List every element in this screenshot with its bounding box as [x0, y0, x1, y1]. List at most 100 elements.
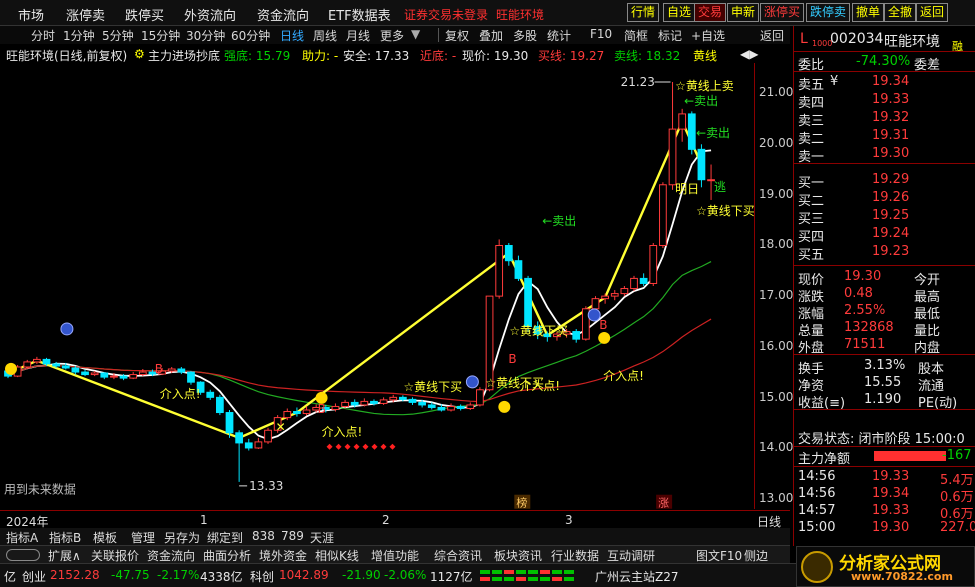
tab-fund-flow[interactable]: 资金流向: [147, 547, 195, 564]
tf-intraday[interactable]: 分时: [31, 27, 55, 44]
tab-expand[interactable]: 扩展∧: [48, 547, 81, 564]
candle-body: [331, 405, 340, 410]
indicator-arrows-icon[interactable]: ◀▶: [740, 47, 758, 61]
menu-market[interactable]: 市场: [18, 5, 44, 24]
tab-related-quote[interactable]: 关联报价: [91, 547, 139, 564]
tf-daily[interactable]: 日线: [280, 27, 304, 44]
tick-volume: 227.0: [940, 520, 975, 535]
tf-weekly[interactable]: 周线: [313, 27, 337, 44]
candle-body: [514, 260, 523, 279]
tool-f10[interactable]: F10: [590, 27, 612, 41]
tab-research[interactable]: 互动调研: [607, 547, 655, 564]
tab-838[interactable]: 838: [252, 529, 275, 543]
tick-price: 19.33: [872, 469, 910, 484]
tick-row: 14:56 19.33 5.4万: [794, 468, 975, 488]
tab-sector-news[interactable]: 板块资讯: [494, 547, 542, 564]
tab-sidebar[interactable]: 侧边: [744, 547, 768, 564]
sad-face-icon: [60, 322, 74, 336]
indicator-name[interactable]: 主力进场抄底: [148, 47, 220, 64]
tab-foreign-capital[interactable]: 境外资金: [259, 547, 307, 564]
candle-body: [630, 277, 638, 290]
quick-limit-down-sell-button[interactable]: 跌停卖: [806, 3, 851, 22]
tab-bind-to[interactable]: 绑定到: [207, 529, 243, 546]
ratio-value: -74.30%: [856, 54, 911, 69]
tool-statistics[interactable]: 统计: [547, 27, 571, 44]
price-tick-label: 17.00: [759, 288, 794, 303]
indicator-gear-icon[interactable]: ⚙: [134, 47, 145, 61]
tf-1min[interactable]: 1分钟: [63, 27, 95, 44]
tab-template[interactable]: 模板: [93, 529, 117, 546]
tf-monthly[interactable]: 月线: [346, 27, 370, 44]
tab-manage[interactable]: 管理: [131, 529, 155, 546]
quick-new-button[interactable]: 申新: [727, 3, 760, 22]
menu-limit-down-buy[interactable]: 跌停买: [125, 5, 164, 24]
tf-60min[interactable]: 60分钟: [231, 27, 270, 44]
toggle-switch[interactable]: [6, 549, 40, 561]
status-cy-label[interactable]: 创业: [22, 568, 46, 585]
tomorrow-label: 明日: [675, 182, 699, 196]
tool-overlay[interactable]: 叠加: [479, 27, 503, 44]
yellow-trend-line: [7, 118, 703, 440]
tab-save-as[interactable]: 另存为: [164, 529, 200, 546]
status-station[interactable]: 广州云主站Z27: [595, 568, 679, 585]
quick-quote-button[interactable]: 行情: [627, 3, 660, 22]
tf-15min[interactable]: 15分钟: [141, 27, 180, 44]
tf-more-arrow-icon[interactable]: ▼: [411, 27, 420, 41]
quick-cancel-all-button[interactable]: 全撤: [884, 3, 917, 22]
tab-indicator-b[interactable]: 指标B: [49, 529, 81, 546]
tab-789[interactable]: 789: [281, 529, 304, 543]
indicator-yellow-line: 黄线: [693, 49, 718, 63]
menu-foreign-flow[interactable]: 外资流向: [184, 5, 236, 24]
bid-price: 19.24: [872, 226, 910, 241]
tab-similar-k[interactable]: 相似K线: [315, 547, 359, 564]
quick-trade-button[interactable]: 交易: [694, 3, 727, 22]
indicator-tabs: 指标A 指标B 模板 管理 另存为 绑定到 838 789 天涯: [0, 528, 790, 545]
tf-5min[interactable]: 5分钟: [102, 27, 134, 44]
quick-limit-up-buy-button[interactable]: 涨停买: [760, 3, 805, 22]
up-tag: 涨: [658, 497, 669, 509]
quick-return-button[interactable]: 返回: [916, 3, 949, 22]
tab-surface-analysis[interactable]: 曲面分析: [203, 547, 251, 564]
tool-multi-stock[interactable]: 多股: [513, 27, 537, 44]
login-alert[interactable]: 证券交易未登录: [404, 6, 488, 23]
candle-body: [81, 371, 89, 376]
indicator-info-bar: 旺能环境(日线,前复权) ⚙ 主力进场抄底 强底: 15.79 助力: - 安全…: [0, 45, 790, 63]
tool-mark[interactable]: 标记: [658, 27, 682, 44]
tf-30min[interactable]: 30分钟: [186, 27, 225, 44]
time-label-mar: 3: [565, 513, 573, 527]
candle-body: [504, 245, 513, 262]
menu-limit-up-sell[interactable]: 涨停卖: [66, 5, 105, 24]
candle-body: [167, 368, 176, 372]
candlestick-chart[interactable]: 21.2313.33☆黄线上卖←卖出←卖出←卖出☆黄线下买☆黄线下买☆黄线下买 ☆…: [0, 63, 755, 509]
tool-return[interactable]: 返回: [760, 27, 784, 44]
quick-watchlist-button[interactable]: 自选: [663, 3, 696, 22]
tab-f10-graphic[interactable]: 图文F10: [696, 547, 742, 564]
tab-industry-data[interactable]: 行业数据: [551, 547, 599, 564]
tab-indicator-a[interactable]: 指标A: [6, 529, 38, 546]
indicator-near-bottom: 近底: -: [420, 49, 457, 63]
stat-row: 总量 132868 量比: [794, 319, 975, 339]
tab-tianya[interactable]: 天涯: [310, 529, 334, 546]
tool-restore-right[interactable]: 复权: [445, 27, 469, 44]
future-data-note: 用到未来数据: [4, 482, 76, 497]
candle-body: [601, 295, 609, 300]
candle-body: [389, 396, 398, 401]
quick-cancel-button[interactable]: 撤单: [852, 3, 885, 22]
ask-row: 卖一 19.30: [794, 145, 975, 165]
status-kc-value: 1042.89: [279, 568, 329, 582]
stat-value: 2.55%: [844, 303, 886, 318]
candle-body: [61, 365, 70, 369]
menu-fund-flow[interactable]: 资金流向: [257, 5, 309, 24]
bid-row: 买五 19.23: [794, 243, 975, 263]
status-kc-label[interactable]: 科创: [250, 568, 274, 585]
indicator-price: 现价: 19.30: [462, 49, 529, 63]
yellow-buy-label: ☆黄线下买: [403, 380, 462, 394]
tab-news[interactable]: 综合资讯: [434, 547, 482, 564]
candle-body: [408, 398, 417, 403]
tf-more[interactable]: 更多: [380, 27, 404, 44]
candle-body: [119, 375, 128, 379]
tab-value-added[interactable]: 增值功能: [371, 547, 419, 564]
tool-simple-frame[interactable]: 简框: [624, 27, 648, 44]
menu-etf-table[interactable]: ETF数据表: [328, 5, 391, 24]
tool-add-watchlist[interactable]: +自选: [691, 27, 725, 44]
